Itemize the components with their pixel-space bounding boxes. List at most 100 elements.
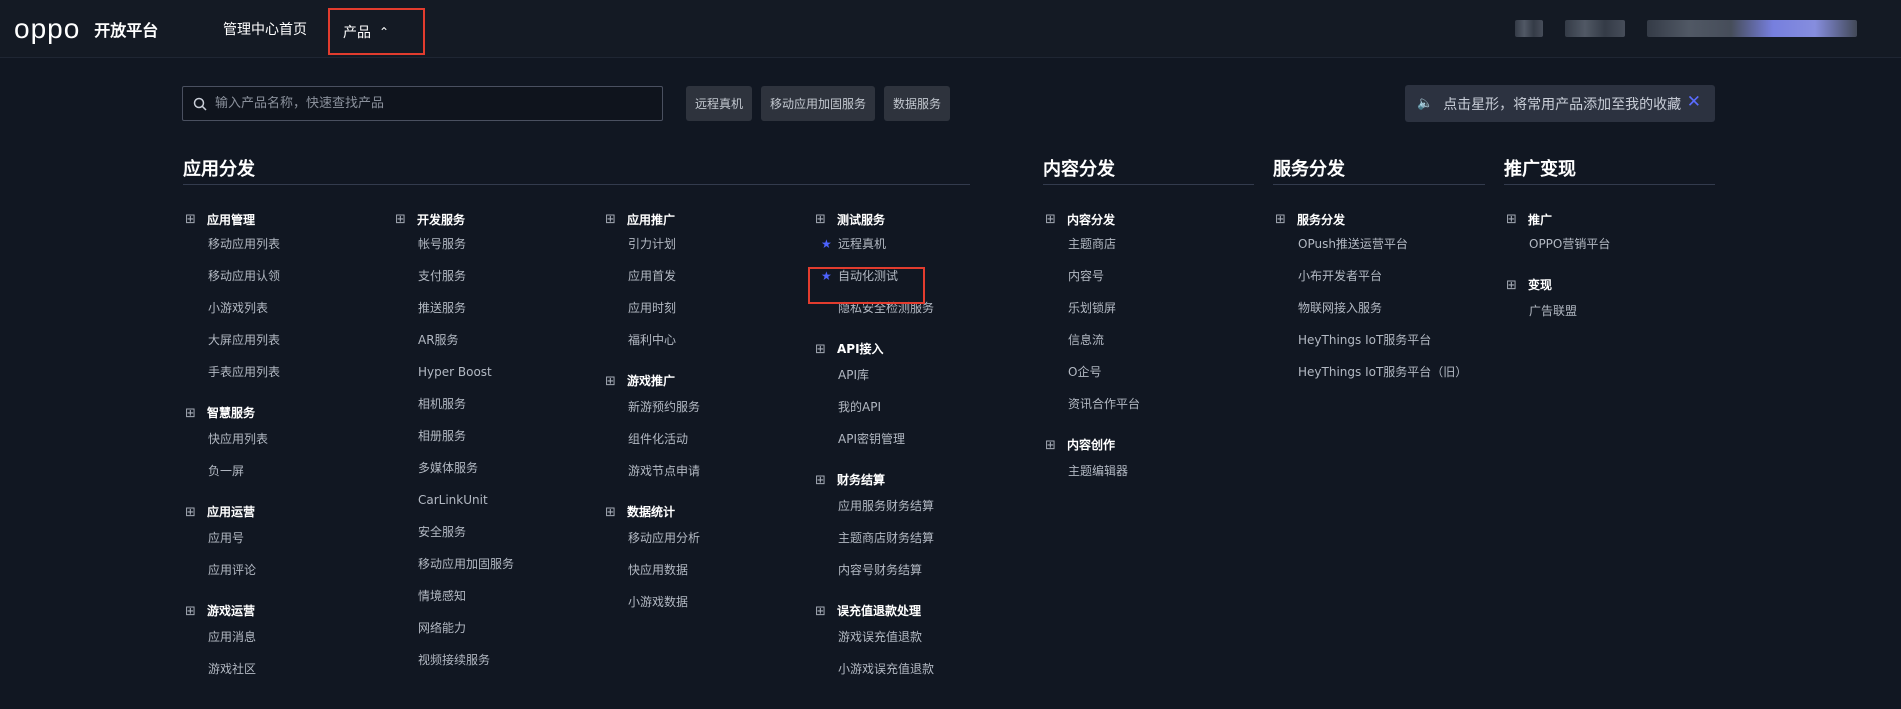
menu-item[interactable]: 推送服务 — [393, 292, 593, 324]
group-header: ⊞ 数据统计 — [603, 487, 803, 522]
menu-item[interactable]: API密钥管理 — [813, 423, 1013, 455]
menu-item[interactable]: 应用时刻 — [603, 292, 803, 324]
menu-item[interactable]: Hyper Boost — [393, 356, 593, 388]
menu-item[interactable]: 移动应用认领 — [183, 260, 383, 292]
menu-item[interactable]: 应用消息 — [183, 621, 383, 653]
grid-icon: ⊞ — [1045, 438, 1056, 453]
platform-name: 开放平台 — [94, 21, 159, 40]
favorite-tip-text: 点击星形，将常用产品添加至我的收藏 — [1443, 96, 1682, 113]
group-header: ⊞ 内容分发 — [1043, 210, 1243, 228]
menu-item[interactable]: 移动应用加固服务 — [393, 548, 593, 580]
menu-item[interactable]: 小布开发者平台 — [1273, 260, 1493, 292]
column-dev-services: ⊞ 开发服务 帐号服务 支付服务 推送服务 AR服务 Hyper Boost 相… — [393, 210, 593, 676]
group-header: ⊞ 应用运营 — [183, 487, 383, 522]
menu-item[interactable]: 我的API — [813, 391, 1013, 423]
menu-item[interactable]: AR服务 — [393, 324, 593, 356]
menu-item[interactable]: 小游戏误充值退款 — [813, 653, 1013, 685]
group-title: 误充值退款处理 — [837, 604, 922, 618]
menu-item[interactable]: CarLinkUnit — [393, 484, 593, 516]
menu-item[interactable]: 资讯合作平台 — [1043, 388, 1243, 420]
menu-item[interactable]: 支付服务 — [393, 260, 593, 292]
grid-icon: ⊞ — [185, 604, 196, 619]
menu-item[interactable]: 应用评论 — [183, 554, 383, 586]
menu-item[interactable]: 相册服务 — [393, 420, 593, 452]
menu-item[interactable]: 负一屏 — [183, 455, 383, 487]
category-promotion: 推广变现 — [1504, 159, 1576, 180]
menu-item[interactable]: 网络能力 — [393, 612, 593, 644]
menu-item[interactable]: 多媒体服务 — [393, 452, 593, 484]
group-title: 开发服务 — [417, 212, 466, 227]
menu-item[interactable]: 快应用列表 — [183, 423, 383, 455]
speaker-icon: 🔈 — [1417, 96, 1434, 111]
menu-item[interactable]: HeyThings IoT服务平台 — [1273, 324, 1493, 356]
menu-item[interactable]: 相机服务 — [393, 388, 593, 420]
group-title: 服务分发 — [1297, 212, 1346, 227]
menu-item[interactable]: 安全服务 — [393, 516, 593, 548]
menu-item[interactable]: 小游戏列表 — [183, 292, 383, 324]
menu-item[interactable]: API库 — [813, 359, 1013, 391]
menu-item[interactable]: 福利中心 — [603, 324, 803, 356]
nav-product-menu[interactable]: 产品 ⌃ — [328, 8, 425, 55]
menu-item[interactable]: 小游戏数据 — [603, 586, 803, 618]
menu-item[interactable]: 手表应用列表 — [183, 356, 383, 388]
menu-item[interactable]: O企号 — [1043, 356, 1243, 388]
menu-item[interactable]: 移动应用分析 — [603, 522, 803, 554]
menu-item[interactable]: OPush推送运营平台 — [1273, 228, 1493, 260]
star-icon[interactable]: ★ — [821, 228, 832, 260]
category-service-distribution: 服务分发 — [1273, 159, 1345, 180]
chip-remote-device[interactable]: 远程真机 — [686, 86, 753, 121]
grid-icon: ⊞ — [815, 211, 826, 227]
menu-item[interactable]: 信息流 — [1043, 324, 1243, 356]
nav-home-link[interactable]: 管理中心首页 — [223, 19, 307, 39]
column-promotion: ⊞ 推广 OPPO营销平台 ⊞ 变现 广告联盟 — [1504, 210, 1704, 327]
close-icon[interactable]: ✕ — [1687, 92, 1701, 112]
menu-item[interactable]: 组件化活动 — [603, 423, 803, 455]
user-area[interactable] — [1515, 20, 1857, 37]
menu-item[interactable]: 广告联盟 — [1504, 295, 1704, 327]
logo[interactable]: oppo 开放平台 — [14, 13, 159, 44]
column-service: ⊞ 服务分发 OPush推送运营平台 小布开发者平台 物联网接入服务 HeyTh… — [1273, 210, 1493, 388]
menu-item[interactable]: 游戏误充值退款 — [813, 621, 1013, 653]
menu-item[interactable]: 新游预约服务 — [603, 391, 803, 423]
menu-item[interactable]: 情境感知 — [393, 580, 593, 612]
favorite-tip-banner: 🔈 点击星形，将常用产品添加至我的收藏 ✕ — [1405, 85, 1715, 122]
grid-icon: ⊞ — [815, 473, 826, 488]
product-search-box[interactable] — [182, 86, 663, 121]
menu-item-label: 远程真机 — [838, 237, 887, 251]
menu-item[interactable]: 物联网接入服务 — [1273, 292, 1493, 324]
menu-item[interactable]: 游戏社区 — [183, 653, 383, 685]
menu-item[interactable]: 内容号 — [1043, 260, 1243, 292]
menu-item[interactable]: 主题商店财务结算 — [813, 522, 1013, 554]
group-header: ⊞ 智慧服务 — [183, 388, 383, 423]
menu-item[interactable]: 应用号 — [183, 522, 383, 554]
group-title: 应用运营 — [207, 505, 256, 519]
chip-data-service[interactable]: 数据服务 — [884, 86, 951, 121]
category-divider — [183, 184, 970, 185]
menu-item[interactable]: 游戏节点申请 — [603, 455, 803, 487]
menu-item[interactable]: 移动应用列表 — [183, 228, 383, 260]
menu-item[interactable]: 主题编辑器 — [1043, 455, 1243, 487]
menu-item[interactable]: 引力计划 — [603, 228, 803, 260]
group-header: ⊞ 推广 — [1504, 210, 1704, 228]
group-title: 应用管理 — [207, 212, 256, 227]
menu-item[interactable]: 应用服务财务结算 — [813, 490, 1013, 522]
menu-item[interactable]: 乐划锁屏 — [1043, 292, 1243, 324]
chip-app-hardening[interactable]: 移动应用加固服务 — [761, 86, 876, 121]
menu-item[interactable]: 快应用数据 — [603, 554, 803, 586]
category-content-distribution: 内容分发 — [1043, 159, 1115, 180]
grid-icon: ⊞ — [605, 505, 616, 520]
product-search-input[interactable] — [215, 96, 635, 111]
grid-icon: ⊞ — [815, 604, 826, 619]
group-header: ⊞ 财务结算 — [813, 455, 1013, 490]
menu-item[interactable]: HeyThings IoT服务平台（旧） — [1273, 356, 1493, 388]
menu-item[interactable]: 应用首发 — [603, 260, 803, 292]
menu-item[interactable]: 主题商店 — [1043, 228, 1243, 260]
category-app-distribution: 应用分发 — [183, 159, 255, 180]
menu-item[interactable]: 帐号服务 — [393, 228, 593, 260]
menu-item[interactable]: 内容号财务结算 — [813, 554, 1013, 586]
menu-item[interactable]: 大屏应用列表 — [183, 324, 383, 356]
menu-item-remote-device[interactable]: ★ 远程真机 — [813, 228, 1013, 260]
group-header: ⊞ 测试服务 — [813, 210, 1013, 228]
menu-item[interactable]: 视频接续服务 — [393, 644, 593, 676]
menu-item[interactable]: OPPO营销平台 — [1504, 228, 1704, 260]
